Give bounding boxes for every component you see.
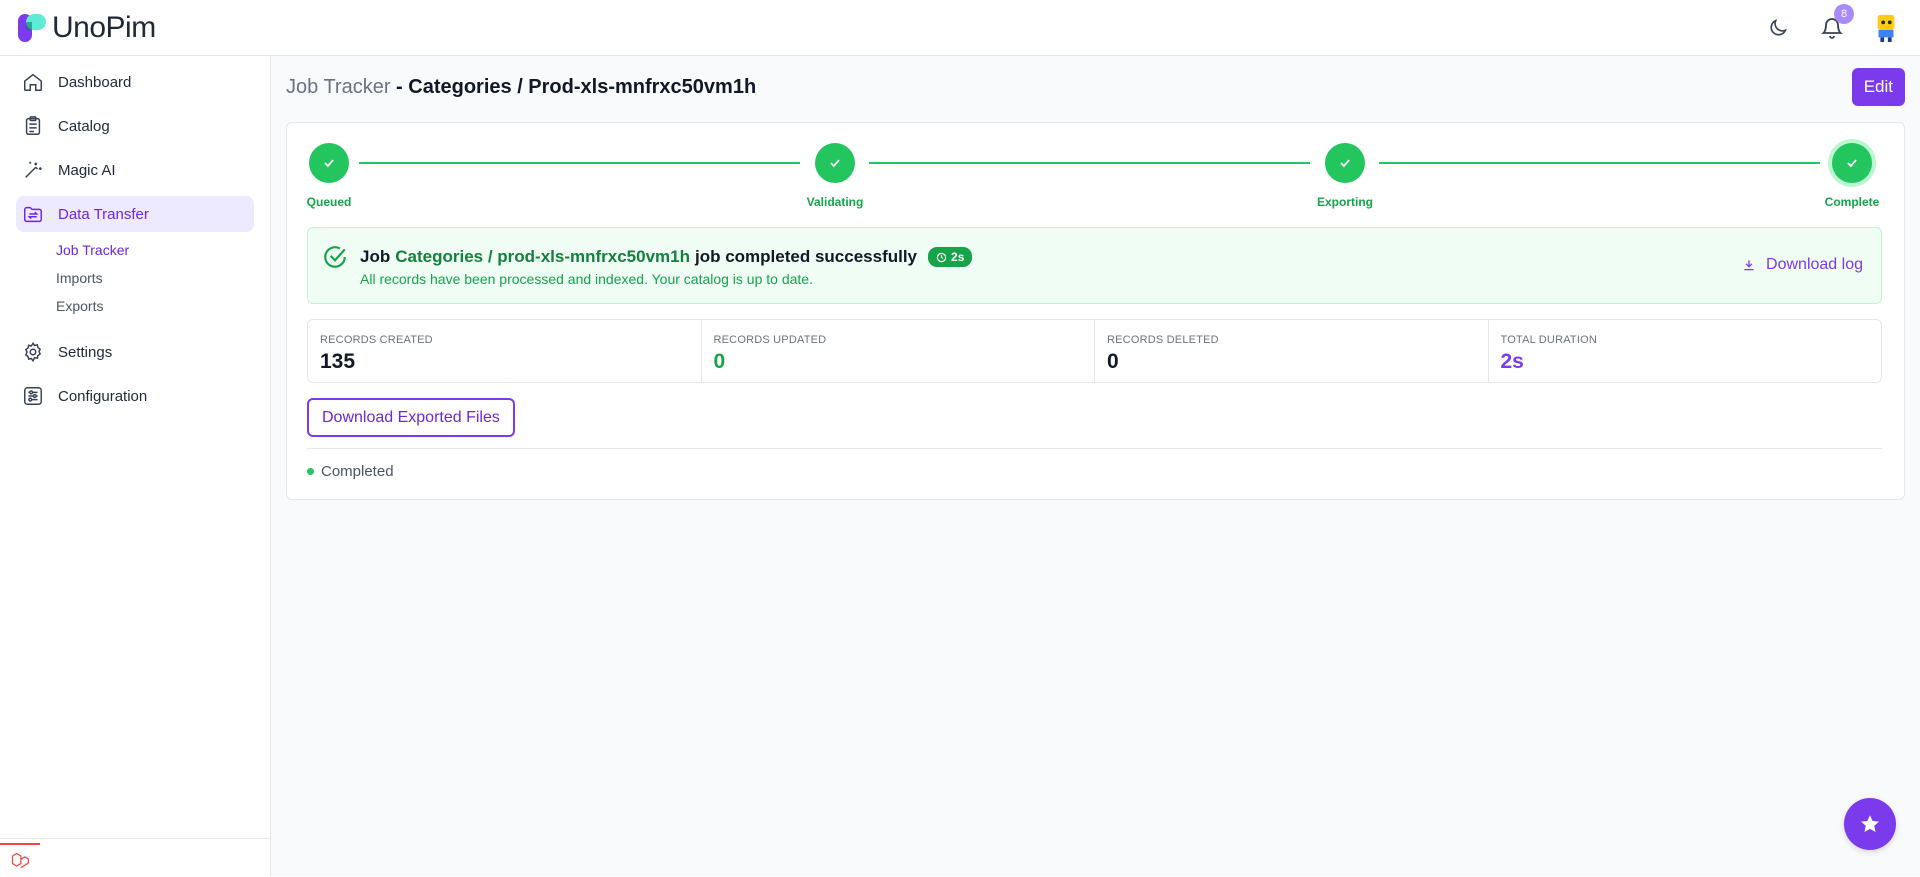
laravel-icon <box>11 852 29 869</box>
step-dot <box>1325 143 1365 183</box>
step-dot <box>309 143 349 183</box>
stat-label: RECORDS DELETED <box>1107 334 1219 346</box>
step-complete: Complete <box>1812 143 1892 209</box>
banner-prefix: Job <box>360 247 391 266</box>
stepper-connector <box>1379 162 1820 164</box>
sidebar-item-label: Magic AI <box>58 161 116 179</box>
stat-value: 2s <box>1500 350 1524 373</box>
banner-title: Job Categories / prod-xls-mnfrxc50vm1h j… <box>360 247 973 267</box>
sliders-icon <box>24 387 42 405</box>
step-dot <box>1832 143 1872 183</box>
sidebar-item-catalog[interactable]: Catalog <box>16 108 254 144</box>
sidebar-item-magic-ai[interactable]: Magic AI <box>16 152 254 188</box>
data-transfer-submenu: Job Tracker Imports Exports <box>56 236 254 320</box>
stepper-connector <box>869 162 1310 164</box>
step-dot <box>815 143 855 183</box>
main-content: Job Tracker - Categories / Prod-xls-mnfr… <box>271 56 1920 876</box>
stat-label: RECORDS UPDATED <box>713 334 827 346</box>
page-title-main: Categories / Prod-xls-mnfrxc50vm1h <box>408 75 757 98</box>
job-status: Completed <box>307 463 394 480</box>
step-label: Validating <box>806 195 864 209</box>
job-name: Categories / prod-xls-mnfrxc50vm1h <box>395 247 690 266</box>
stat-value: 135 <box>320 350 356 373</box>
sidebar-item-label: Configuration <box>58 387 148 405</box>
job-progress-stepper: Queued Validating Exporting Complete <box>307 143 1882 213</box>
records-stats: RECORDS CREATED 135 RECORDS UPDATED 0 RE… <box>307 319 1882 383</box>
page-header: Job Tracker - Categories / Prod-xls-mnfr… <box>286 68 1905 106</box>
sidebar-item-label: Data Transfer <box>58 205 149 223</box>
notifications-button[interactable]: 8 <box>1818 3 1854 42</box>
divider <box>307 448 1882 449</box>
star-icon <box>1861 815 1879 832</box>
user-avatar-button[interactable] <box>1872 14 1900 42</box>
check-icon <box>324 159 334 168</box>
download-log-label: Download log <box>1766 256 1863 273</box>
laravel-debugbar-toggle[interactable] <box>0 843 40 877</box>
moon-icon <box>1770 18 1787 36</box>
unopim-logo-icon <box>18 13 46 42</box>
check-circle-icon <box>324 246 346 268</box>
stat-total-duration: TOTAL DURATION 2s <box>1489 320 1882 382</box>
clipboard-icon <box>25 116 41 135</box>
edit-button[interactable]: Edit <box>1851 68 1905 106</box>
banner-suffix: job completed successfully <box>695 247 918 266</box>
stat-records-updated: RECORDS UPDATED 0 <box>702 320 1095 382</box>
sidebar-subitem-exports[interactable]: Exports <box>56 292 254 320</box>
step-label: Exporting <box>1317 195 1373 209</box>
sidebar-item-settings[interactable]: Settings <box>16 334 254 370</box>
page-title-prefix: Job Tracker <box>286 75 391 98</box>
gear-icon <box>24 341 42 363</box>
sidebar-subitem-job-tracker[interactable]: Job Tracker <box>56 236 254 264</box>
dark-mode-toggle[interactable] <box>1764 14 1792 42</box>
stat-records-created: RECORDS CREATED 135 <box>308 320 702 382</box>
stat-value: 0 <box>1107 350 1119 373</box>
check-icon <box>830 159 840 168</box>
magic-wand-icon <box>25 161 42 178</box>
sidebar-nav: Dashboard Catalog Magic AI Data Transfer… <box>0 56 270 430</box>
sidebar-item-label: Dashboard <box>58 73 132 91</box>
sidebar-item-data-transfer[interactable]: Data Transfer <box>16 196 254 232</box>
step-label: Queued <box>306 195 352 209</box>
status-label: Completed <box>321 463 394 480</box>
download-icon <box>1744 260 1754 271</box>
sidebar-item-configuration[interactable]: Configuration <box>16 378 254 414</box>
avatar <box>1877 14 1895 42</box>
banner-subtitle: All records have been processed and inde… <box>360 271 813 287</box>
sidebar-subitem-imports[interactable]: Imports <box>56 264 254 292</box>
stat-label: TOTAL DURATION <box>1500 334 1598 346</box>
page-title: Job Tracker - Categories / Prod-xls-mnfr… <box>286 76 756 99</box>
stat-value: 0 <box>713 350 726 373</box>
clock-icon <box>936 252 947 262</box>
step-exporting: Exporting <box>1305 143 1385 209</box>
step-validating: Validating <box>795 143 875 209</box>
app-logo[interactable]: UnoPim <box>16 11 156 45</box>
data-transfer-icon <box>24 206 42 223</box>
sidebar: Dashboard Catalog Magic AI Data Transfer… <box>0 56 271 876</box>
success-banner: Job Categories / prod-xls-mnfrxc50vm1h j… <box>307 227 1882 304</box>
magic-ai-fab-button[interactable] <box>1844 798 1896 850</box>
duration-value: 2s <box>951 250 965 264</box>
download-log-link[interactable]: Download log <box>1742 256 1863 274</box>
duration-chip: 2s <box>928 247 973 267</box>
step-queued: Queued <box>289 143 369 209</box>
job-details-card: Queued Validating Exporting Complete Job… <box>286 122 1905 500</box>
download-exported-files-button[interactable]: Download Exported Files <box>307 398 515 437</box>
check-icon <box>1340 159 1350 168</box>
sidebar-footer <box>0 838 270 876</box>
top-header: UnoPim 8 <box>0 0 1920 56</box>
notification-count-badge: 8 <box>1834 3 1854 24</box>
sidebar-item-label: Catalog <box>58 117 110 135</box>
stat-label: RECORDS CREATED <box>320 334 433 346</box>
stat-records-deleted: RECORDS DELETED 0 <box>1095 320 1489 382</box>
sidebar-item-dashboard[interactable]: Dashboard <box>16 64 254 100</box>
brand-name: UnoPim <box>52 10 156 44</box>
check-icon <box>1847 159 1857 168</box>
stepper-connector <box>359 162 800 164</box>
status-dot <box>307 468 314 475</box>
page-title-separator: - <box>390 75 409 98</box>
home-icon <box>24 73 42 91</box>
sidebar-item-label: Settings <box>58 343 113 361</box>
step-label: Complete <box>1824 195 1880 209</box>
